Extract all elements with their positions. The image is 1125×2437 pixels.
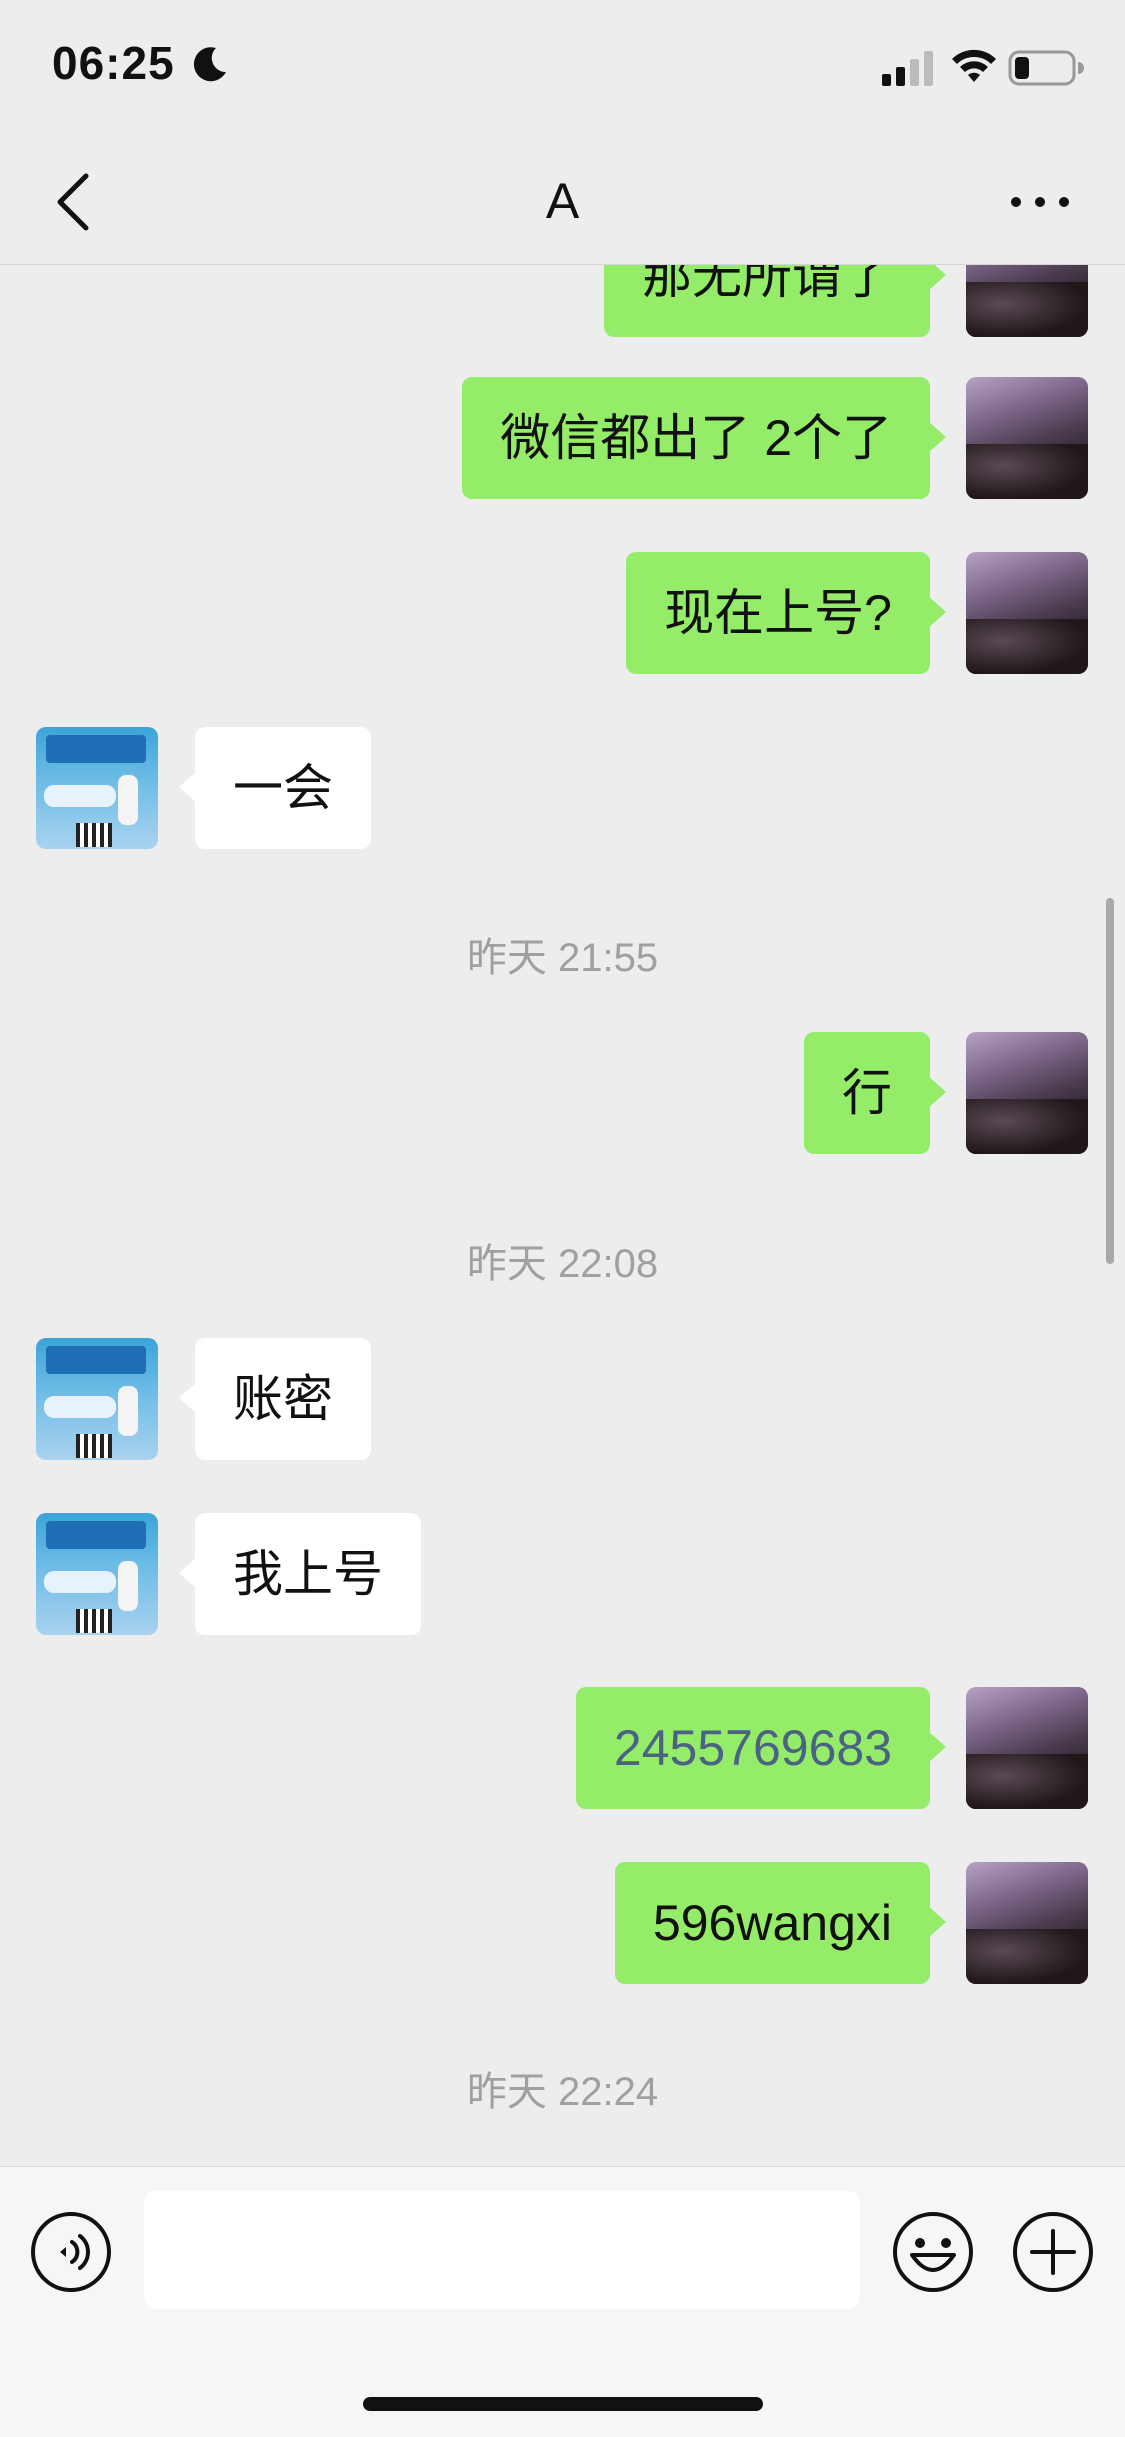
sent-message-bubble[interactable]: 现在上号?: [626, 552, 946, 674]
my-avatar[interactable]: [966, 1687, 1088, 1809]
sent-message-bubble[interactable]: 微信都出了 2个了: [462, 377, 946, 499]
voice-input-button[interactable]: [30, 2211, 112, 2293]
my-avatar[interactable]: [966, 377, 1088, 499]
message-timestamp: 昨天 22:24: [466, 2070, 659, 2114]
cellular-signal-icon: [882, 51, 933, 86]
received-message-bubble[interactable]: 账密: [179, 1338, 371, 1460]
sent-message-bubble[interactable]: 行: [804, 1032, 946, 1154]
more-functions-button[interactable]: [1012, 2211, 1094, 2293]
message-timestamp: 昨天 21:55: [466, 936, 659, 980]
status-time: 06:25: [52, 37, 175, 89]
received-message-bubble[interactable]: 我上号: [179, 1513, 421, 1635]
input-bar: [0, 2166, 1125, 2437]
emoji-button[interactable]: [892, 2211, 974, 2293]
sent-message-bubble[interactable]: 596wangxi: [614, 1862, 947, 1984]
status-bar: 06:25: [0, 0, 1125, 140]
sent-message-bubble[interactable]: 2455769683: [575, 1687, 947, 1809]
chat-message-list[interactable]: 那无所谓了微信都出了 2个了现在上号? 一会行账密我上号 2455769683 596…: [0, 265, 1125, 2165]
more-options-button[interactable]: [1000, 162, 1080, 242]
my-avatar[interactable]: [966, 552, 1088, 674]
scrollbar[interactable]: [1106, 898, 1114, 1264]
contact-avatar[interactable]: [36, 727, 158, 849]
battery-icon: [1008, 50, 1084, 86]
my-avatar[interactable]: [966, 1032, 1088, 1154]
home-indicator: [363, 2397, 763, 2411]
contact-avatar[interactable]: [36, 1513, 158, 1635]
contact-avatar[interactable]: [36, 1338, 158, 1460]
sent-message-bubble[interactable]: 那无所谓了: [604, 265, 946, 337]
chat-title: A: [545, 173, 580, 229]
message-input[interactable]: [144, 2191, 860, 2309]
my-avatar[interactable]: [966, 1862, 1088, 1984]
nav-bar: A: [0, 140, 1125, 265]
moon-icon: [193, 47, 226, 82]
my-avatar[interactable]: [966, 265, 1088, 337]
received-message-bubble[interactable]: 一会: [179, 727, 371, 849]
wifi-icon: [952, 49, 996, 82]
message-timestamp: 昨天 22:08: [466, 1242, 659, 1286]
